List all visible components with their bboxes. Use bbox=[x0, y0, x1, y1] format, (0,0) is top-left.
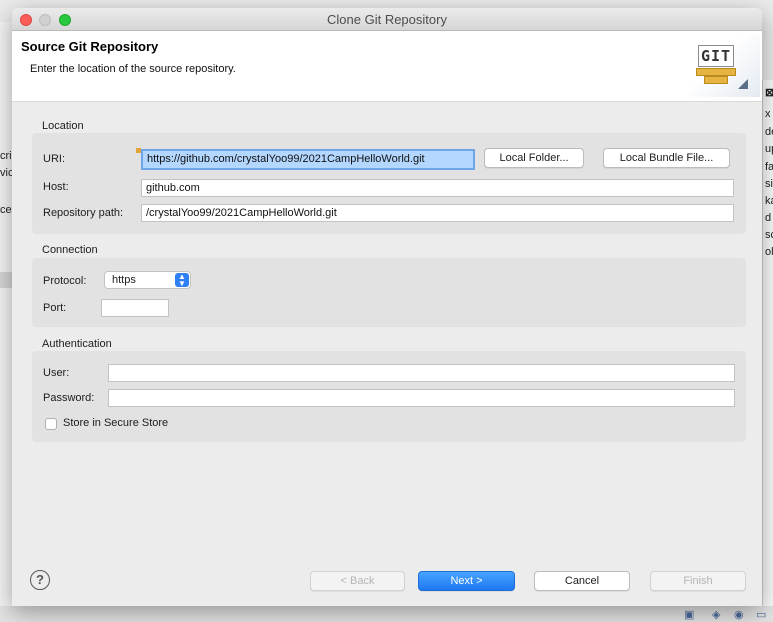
user-label: User: bbox=[43, 367, 70, 379]
right-fragment: sc bbox=[765, 229, 773, 241]
user-field[interactable] bbox=[108, 364, 735, 382]
password-label: Password: bbox=[43, 392, 95, 404]
title-bar: Clone Git Repository bbox=[12, 8, 762, 31]
left-selected-row bbox=[0, 272, 12, 288]
workbench-right-panel: ⊠ x de up fa si ka d sc ol bbox=[762, 80, 773, 622]
workbench-status-bar: ▣ ◈ ◉ ▭ bbox=[0, 606, 773, 622]
next-button[interactable]: Next > bbox=[418, 571, 515, 591]
left-fragment: cri bbox=[0, 150, 12, 162]
repository-path-label: Repository path: bbox=[43, 207, 124, 219]
git-logo-icon: GIT bbox=[688, 35, 760, 97]
right-fragment: up bbox=[765, 143, 773, 155]
port-field[interactable] bbox=[101, 299, 169, 317]
authentication-section-label: Authentication bbox=[42, 338, 112, 350]
right-fragment: ka bbox=[765, 195, 773, 207]
toolbar-icon[interactable]: ◉ bbox=[734, 608, 744, 621]
page-title: Source Git Repository bbox=[21, 39, 159, 54]
uri-field[interactable]: https://github.com/crystalYoo99/2021Camp… bbox=[141, 149, 475, 170]
help-icon[interactable]: ? bbox=[30, 570, 50, 590]
window-title: Clone Git Repository bbox=[327, 12, 447, 27]
authentication-group: User: Password: Store in Secure Store bbox=[32, 351, 746, 442]
port-label: Port: bbox=[43, 302, 67, 314]
store-in-secure-store-checkbox[interactable] bbox=[45, 418, 57, 430]
right-fragment: x bbox=[765, 108, 771, 120]
clone-git-repository-dialog: Clone Git Repository Source Git Reposito… bbox=[12, 8, 762, 606]
host-label: Host: bbox=[43, 181, 69, 193]
right-fragment: si bbox=[765, 178, 773, 190]
toolbar-icon[interactable]: ▣ bbox=[684, 608, 694, 621]
repository-path-field[interactable]: /crystalYoo99/2021CampHelloWorld.git bbox=[141, 204, 734, 222]
location-section-label: Location bbox=[42, 120, 84, 132]
protocol-select[interactable]: https ▲ ▼ bbox=[104, 271, 191, 289]
cancel-button[interactable]: Cancel bbox=[534, 571, 630, 591]
connection-section-label: Connection bbox=[42, 244, 98, 256]
toolbar-icon[interactable]: ◈ bbox=[712, 608, 720, 621]
finish-button[interactable]: Finish bbox=[650, 571, 746, 591]
password-field[interactable] bbox=[108, 389, 735, 407]
right-fragment: fa bbox=[765, 161, 773, 173]
right-fragment: de bbox=[765, 126, 773, 138]
git-logo-text: GIT bbox=[698, 45, 734, 67]
close-icon[interactable]: ⊠ bbox=[765, 86, 773, 99]
toolbar-icon[interactable]: ▭ bbox=[756, 608, 766, 621]
local-folder-button[interactable]: Local Folder... bbox=[484, 148, 584, 168]
page-description: Enter the location of the source reposit… bbox=[30, 63, 236, 75]
right-fragment: d bbox=[765, 212, 772, 224]
uri-label: URI: bbox=[43, 153, 65, 165]
host-field[interactable]: github.com bbox=[141, 179, 734, 197]
protocol-label: Protocol: bbox=[43, 275, 87, 287]
left-fragment: ce bbox=[0, 204, 12, 216]
connection-group: Protocol: https ▲ ▼ Port: bbox=[32, 258, 746, 327]
right-fragment: ol bbox=[765, 246, 773, 258]
chevron-up-down-icon: ▲ ▼ bbox=[175, 273, 189, 288]
store-in-secure-store-label: Store in Secure Store bbox=[63, 417, 169, 429]
protocol-value: https bbox=[112, 274, 136, 286]
location-group: URI: https://github.com/crystalYoo99/202… bbox=[32, 133, 746, 234]
local-bundle-file-button[interactable]: Local Bundle File... bbox=[603, 148, 730, 168]
back-button[interactable]: < Back bbox=[310, 571, 405, 591]
wizard-header: Source Git Repository Enter the location… bbox=[12, 31, 762, 102]
